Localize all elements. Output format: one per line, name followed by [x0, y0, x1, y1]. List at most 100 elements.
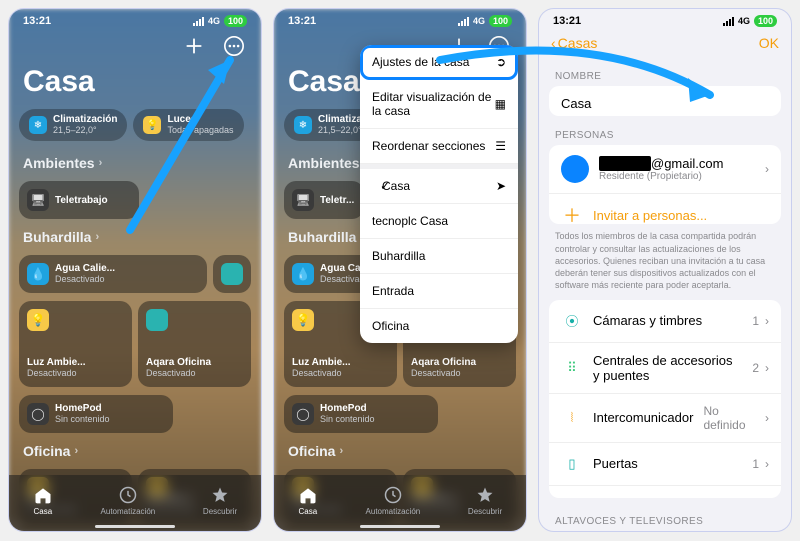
homepod-icon: ◯: [292, 403, 314, 425]
chevron-right-icon: ›: [765, 411, 769, 425]
group-nombre: NOMBRE: [539, 57, 791, 86]
intercom-icon: ⦚: [561, 407, 583, 429]
email-redacted: xxxxxxxx: [599, 156, 651, 171]
battery-icon: 100: [224, 15, 247, 27]
tab-bar: Casa Automatización Descubrir: [9, 475, 261, 531]
row-camaras[interactable]: ⦿ Cámaras y timbres 1›: [549, 300, 781, 343]
tab-descubrir[interactable]: Descubrir: [203, 485, 237, 516]
bulb-icon: 💡: [27, 309, 49, 331]
card-homepod[interactable]: ◯ HomePodSin contenido: [19, 395, 173, 433]
card-agua[interactable]: 💧 Agua Calie...Desactivado: [19, 255, 207, 293]
row-centrales[interactable]: ⠿ Centrales de accesorios y puentes 2›: [549, 343, 781, 394]
camera-icon: ⦿: [561, 310, 583, 332]
sensor-icon: [221, 263, 243, 285]
menu-room-tecnoplc[interactable]: tecnoplc Casa: [360, 204, 518, 239]
tab-descubrir[interactable]: Descubrir: [468, 485, 502, 516]
sensor-icon: [146, 309, 168, 331]
house-icon: [298, 485, 318, 505]
climate-icon: ❄: [294, 116, 312, 134]
person-row[interactable]: xxxxxxxx@gmail.com Residente (Propietari…: [549, 145, 781, 194]
personas-hint: Todos los miembros de la casa compartida…: [539, 224, 791, 291]
screen-settings: 13:21 4G100 ‹Casas OK NOMBRE Casa PERSON…: [538, 8, 792, 532]
house-icon: [33, 485, 53, 505]
menu-editar[interactable]: Editar visualización de la casa▦: [360, 80, 518, 129]
card-aqara[interactable]: Aqara OficinaDesactivado: [138, 301, 251, 387]
bulb-icon: 💡: [292, 309, 314, 331]
add-button[interactable]: [181, 33, 207, 59]
sensor-icon: ◧: [561, 496, 583, 498]
page-title: Casa: [9, 63, 261, 109]
home-indicator: [360, 525, 440, 528]
pill-climate[interactable]: ❄ Climatización21,5–22,0°: [19, 109, 127, 141]
section-ambientes[interactable]: Ambientes›: [9, 149, 261, 177]
star-icon: [475, 485, 495, 505]
card-aqara-small[interactable]: [213, 255, 251, 293]
invite-row[interactable]: ＋ Invitar a personas...: [549, 194, 781, 224]
signal-icon: [723, 17, 734, 26]
more-menu: Ajustes de la casa➲ Editar visualización…: [360, 45, 518, 343]
more-button[interactable]: [221, 33, 247, 59]
door-icon: ▯: [561, 453, 583, 475]
chevron-left-icon: ‹: [551, 35, 556, 51]
signal-icon: [193, 17, 204, 26]
grid-icon: ▦: [495, 97, 506, 111]
section-oficina[interactable]: Oficina›: [9, 437, 261, 465]
water-icon: 💧: [27, 263, 49, 285]
plus-icon: ＋: [561, 204, 583, 224]
status-network: 4G: [208, 16, 220, 26]
screen-home-menu: 13:21 4G100 Casa ❄Climatización21,5–22,0…: [273, 8, 527, 532]
name-field[interactable]: Casa: [549, 86, 781, 116]
clock-icon: [383, 485, 403, 505]
water-icon: 💧: [292, 263, 314, 285]
menu-ajustes[interactable]: Ajustes de la casa➲: [360, 45, 518, 80]
tab-bar: Casa Automatización Descubrir: [274, 475, 526, 531]
chevron-right-icon: ›: [765, 457, 769, 471]
row-puertas[interactable]: ▯ Puertas 1›: [549, 443, 781, 486]
battery-icon: 100: [489, 15, 512, 27]
battery-icon: 100: [754, 15, 777, 27]
signal-icon: [458, 17, 469, 26]
status-bar: 13:21 4G 100: [9, 9, 261, 29]
climate-icon: ❄: [29, 116, 47, 134]
chevron-right-icon: ›: [95, 231, 99, 243]
list-icon: ☰: [495, 139, 506, 153]
card-luz[interactable]: 💡 Luz Ambie...Desactivado: [19, 301, 132, 387]
clock-icon: [118, 485, 138, 505]
display-icon: 🖥: [292, 189, 314, 211]
menu-reordenar[interactable]: Reordenar secciones☰: [360, 129, 518, 164]
screen-home: 13:21 4G 100 Casa ❄ Climatización21,5–22…: [8, 8, 262, 532]
tab-casa[interactable]: Casa: [33, 485, 53, 516]
chevron-right-icon: ›: [765, 162, 769, 176]
card-teletrabajo[interactable]: 🖥 Teletrabajo: [19, 181, 139, 219]
status-bar: 13:21 4G100: [539, 9, 791, 29]
location-icon: ➤: [496, 179, 506, 193]
homepod-icon: ◯: [27, 403, 49, 425]
status-bar: 13:21 4G100: [274, 9, 526, 29]
star-icon: [210, 485, 230, 505]
display-icon: 🖥: [27, 189, 49, 211]
back-button[interactable]: ‹Casas: [551, 35, 597, 51]
section-buhardilla[interactable]: Buhardilla›: [9, 223, 261, 251]
tab-auto[interactable]: Automatización: [366, 485, 421, 516]
status-time: 13:21: [23, 15, 51, 27]
group-altavoces: ALTAVOCES Y TELEVISORES: [539, 498, 791, 531]
menu-room-entrada[interactable]: Entrada: [360, 274, 518, 309]
card-homepod[interactable]: ◯HomePodSin contenido: [284, 395, 438, 433]
row-sensores[interactable]: ◧ Sensores 2›: [549, 486, 781, 498]
avatar: [561, 155, 589, 183]
menu-room-casa[interactable]: Casa➤: [360, 169, 518, 204]
chevron-right-icon: ›: [99, 157, 103, 169]
tab-auto[interactable]: Automatización: [101, 485, 156, 516]
hub-icon: ⠿: [561, 357, 583, 379]
section-oficina[interactable]: Oficina›: [274, 437, 526, 465]
pill-lights[interactable]: 💡 LucesTodas apagadas: [133, 109, 243, 141]
arrow-circle-icon: ➲: [496, 55, 506, 69]
menu-room-buhardilla[interactable]: Buhardilla: [360, 239, 518, 274]
ok-button[interactable]: OK: [759, 35, 779, 51]
tab-casa[interactable]: Casa: [298, 485, 318, 516]
bulb-icon: 💡: [143, 116, 161, 134]
menu-room-oficina[interactable]: Oficina: [360, 309, 518, 343]
chevron-right-icon: ›: [74, 445, 78, 457]
card-teletrabajo[interactable]: 🖥Teletr...: [284, 181, 364, 219]
row-intercom[interactable]: ⦚ Intercomunicador No definido›: [549, 394, 781, 443]
